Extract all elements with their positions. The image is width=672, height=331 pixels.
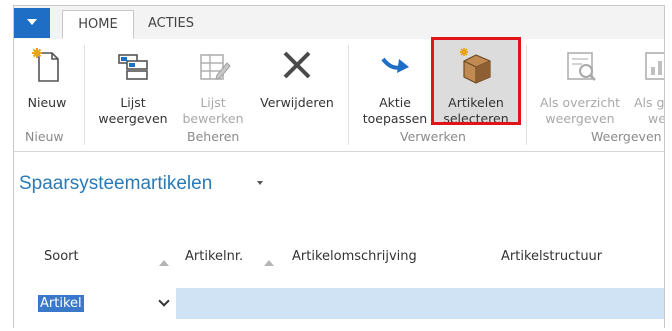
table-row[interactable]: Artikel	[14, 288, 664, 319]
group-label-weergeven: Weergeven	[591, 129, 662, 144]
aktie-toepassen-label-line1: Aktie	[379, 95, 411, 110]
als-grafiek-weergeven-label-line1: Als g	[634, 95, 665, 110]
soort-value[interactable]: Artikel	[38, 295, 84, 312]
highlight-box	[431, 37, 521, 125]
lijst-weergeven-label: Lijst weergeven	[94, 95, 172, 127]
aktie-toepassen-label-line2: toepassen	[362, 111, 428, 126]
column-header-soort[interactable]: Soort	[44, 249, 79, 264]
sort-asc-icon[interactable]	[264, 260, 274, 266]
lijst-bewerken-label: Lijst bewerken	[174, 95, 252, 127]
chart-view-icon	[645, 52, 664, 80]
lijst-bewerken-label-line2: bewerken	[182, 111, 244, 126]
list-edit-icon	[200, 54, 231, 80]
lijst-weergeven-label-line1: Lijst	[120, 95, 146, 110]
chevron-down-icon	[27, 19, 37, 25]
application-menu-button[interactable]	[14, 8, 50, 38]
report-view-icon	[567, 52, 596, 81]
sort-asc-icon[interactable]	[159, 260, 169, 266]
aktie-toepassen-label: Aktie toepassen	[358, 95, 432, 127]
als-grafiek-weergeven-label: Als g wee	[634, 95, 665, 127]
lijst-weergeven-label-line2: weergeven	[98, 111, 168, 126]
als-overzicht-weergeven-label-line1: Als overzicht	[539, 95, 621, 110]
als-overzicht-weergeven-label-line2: weergeven	[545, 111, 615, 126]
group-label-beheren: Beheren	[187, 129, 240, 144]
column-header-artikelnr[interactable]: Artikelnr.	[185, 249, 243, 264]
column-header-artikelomschrijving[interactable]: Artikelomschrijving	[292, 249, 417, 264]
nieuw-button[interactable]: Nieuw	[18, 45, 76, 125]
als-grafiek-weergeven-label-line2: wee	[648, 111, 664, 126]
group-label-verwerken: Verwerken	[400, 129, 466, 144]
group-separator	[526, 45, 527, 145]
delete-x-icon	[283, 51, 311, 79]
verwijderen-label: Verwijderen	[260, 95, 334, 110]
verwijderen-button[interactable]: Verwijderen	[254, 45, 340, 125]
new-document-icon	[32, 48, 59, 82]
nieuw-label: Nieuw	[27, 95, 67, 110]
group-label-nieuw: Nieuw	[25, 129, 64, 144]
list-view-icon	[118, 54, 148, 80]
lijst-bewerken-label-line1: Lijst	[200, 95, 226, 110]
soort-select[interactable]: Artikel	[14, 288, 176, 319]
column-header-artikelstructuur[interactable]: Artikelstructuur	[501, 249, 602, 264]
aktie-toepassen-button[interactable]: Aktie toepassen	[358, 45, 432, 129]
tab-acties[interactable]: ACTIES	[148, 10, 194, 37]
chevron-down-icon[interactable]	[158, 295, 170, 307]
group-separator	[84, 45, 85, 145]
als-overzicht-weergeven-label: Als overzicht weergeven	[532, 95, 628, 127]
lijst-weergeven-button[interactable]: Lijst weergeven	[94, 45, 172, 129]
page-title[interactable]: Spaarsysteemartikelen	[19, 173, 212, 195]
group-separator	[348, 45, 349, 145]
tab-home[interactable]: HOME	[62, 10, 134, 39]
apply-arrow-icon	[381, 57, 409, 73]
als-overzicht-weergeven-button[interactable]: Als overzicht weergeven	[532, 45, 628, 129]
chevron-down-icon[interactable]	[257, 181, 263, 185]
als-grafiek-weergeven-button[interactable]: Als g wee	[630, 45, 665, 129]
ribbon-tab-bar: HOME ACTIES	[14, 6, 664, 40]
application-window: HOME ACTIES Nieuw Nieuw Lijst weergeven …	[13, 5, 665, 328]
lijst-bewerken-button[interactable]: Lijst bewerken	[174, 45, 252, 129]
